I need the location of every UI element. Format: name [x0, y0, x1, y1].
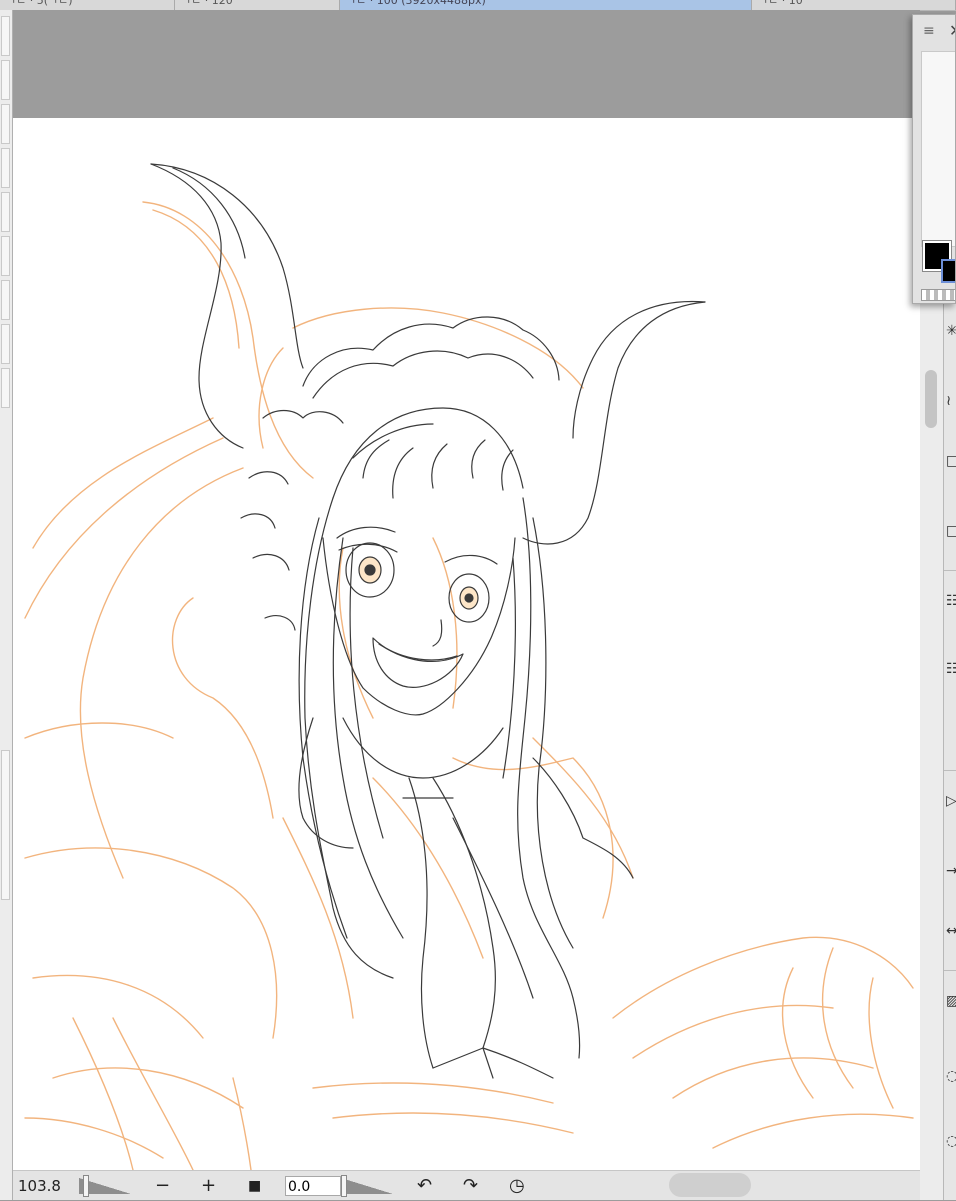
rotation-value[interactable]: 0.0: [285, 1176, 341, 1196]
left-tool-button[interactable]: [1, 280, 10, 320]
zoom-slider[interactable]: [79, 1175, 131, 1197]
vertical-scrollbar[interactable]: [920, 300, 943, 1200]
rotation-slider-track: [341, 1178, 393, 1194]
document-tab-active[interactable]: ㄱㄴ · 100 (3920x4488px): [340, 0, 752, 10]
close-icon[interactable]: ✕: [949, 21, 955, 40]
left-tool-button[interactable]: [1, 16, 10, 56]
left-tool-button[interactable]: [1, 104, 10, 144]
fit-view-button[interactable]: ■: [248, 1171, 261, 1201]
zoom-value[interactable]: 103.8: [18, 1171, 61, 1201]
resize-tool-icon[interactable]: ↔: [946, 920, 956, 942]
left-tool-button[interactable]: [1, 60, 10, 100]
transparent-color-swatch[interactable]: [921, 289, 955, 301]
left-tool-button[interactable]: [1, 148, 10, 188]
tool-separator: [944, 970, 956, 971]
rotate-left-button[interactable]: ↶: [417, 1171, 432, 1201]
sketch-illustration: [24, 163, 914, 1170]
line-art-layer: [150, 163, 706, 1079]
sub-color-swatch[interactable]: [941, 259, 955, 283]
color-panel[interactable]: ≡ ✕: [912, 14, 956, 304]
vertical-scrollbar-thumb[interactable]: [925, 370, 937, 428]
zoom-in-button[interactable]: +: [201, 1171, 216, 1201]
sparkle-tool-icon[interactable]: ✳: [946, 320, 956, 342]
left-tool-button[interactable]: [1, 192, 10, 232]
fill-tool-icon[interactable]: ▨: [946, 990, 956, 1012]
horizontal-scrollbar-thumb[interactable]: [669, 1173, 751, 1197]
left-panel-scrollbar[interactable]: [1, 750, 10, 900]
clipboard-tool-icon[interactable]: □: [946, 520, 956, 542]
zoom-out-button[interactable]: −: [155, 1171, 170, 1201]
play-tool-icon[interactable]: ▷: [946, 790, 956, 812]
left-tool-button[interactable]: [1, 236, 10, 276]
rotation-slider-handle[interactable]: [341, 1175, 347, 1197]
rotate-right-button[interactable]: ↷: [463, 1171, 478, 1201]
canvas-area[interactable]: [13, 10, 920, 1170]
left-tool-button[interactable]: [1, 324, 10, 364]
rotation-slider[interactable]: [341, 1175, 393, 1197]
transform-tool-icon[interactable]: ☷: [946, 590, 956, 612]
settings-tool-icon[interactable]: ◌: [946, 1065, 956, 1087]
mesh-tool-icon[interactable]: ☷: [946, 658, 956, 680]
left-tool-column: [0, 10, 13, 1200]
drawing-canvas[interactable]: [13, 118, 920, 1170]
tool-separator: [944, 770, 956, 771]
left-tool-button[interactable]: [1, 368, 10, 408]
document-tab-1[interactable]: ㄱㄴ · 5(ㄱㄴ): [0, 0, 175, 10]
status-bar: 103.8 − + ■ 0.0 ↶ ↷ ◷: [13, 1170, 920, 1200]
right-tool-column: ✳ ≀ □ □ ☷ ☷ ▷ → ↔ ▨ ◌ ◌: [943, 300, 956, 1200]
document-tab-2[interactable]: ㄱㄴ · 120: [175, 0, 340, 10]
reset-rotation-button[interactable]: ◷: [509, 1171, 525, 1201]
layer-tool-icon[interactable]: □: [946, 450, 956, 472]
settings-tool-icon[interactable]: ◌: [946, 1130, 956, 1152]
arrow-right-icon[interactable]: →: [946, 860, 956, 882]
document-tab-4[interactable]: ㄱㄴ · 10: [752, 0, 956, 10]
color-picker-area[interactable]: [921, 51, 955, 247]
tool-separator: [944, 570, 956, 571]
panel-menu-icon[interactable]: ≡: [923, 23, 935, 39]
rough-sketch-layer: [24, 201, 914, 1170]
brush-tool-icon[interactable]: ≀: [946, 390, 956, 412]
zoom-slider-handle[interactable]: [83, 1175, 89, 1197]
